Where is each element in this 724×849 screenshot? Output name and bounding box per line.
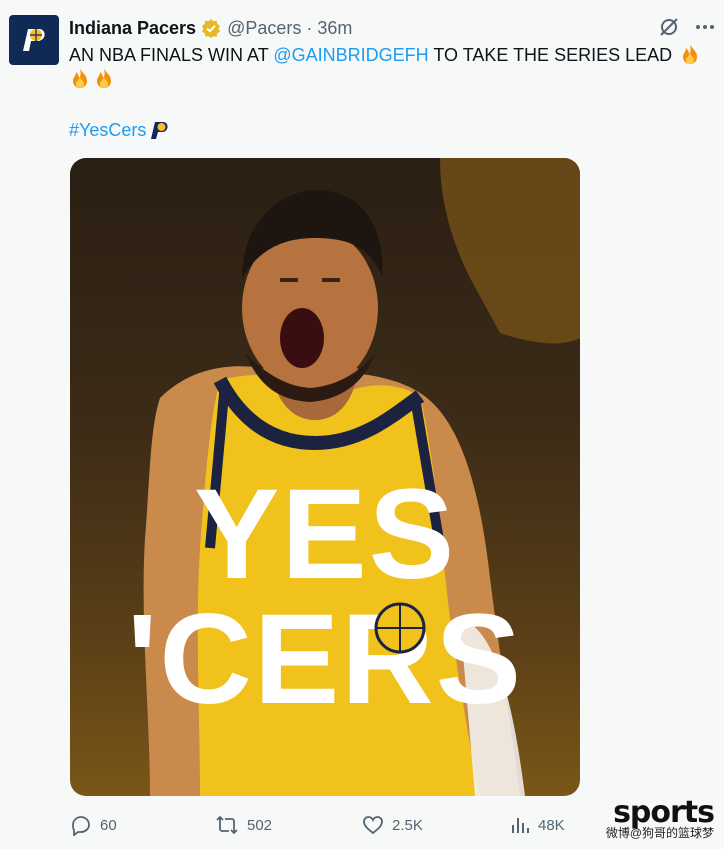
- like-button[interactable]: 2.5K: [362, 810, 423, 840]
- yescers-overlay: YES 'CERS: [127, 463, 523, 731]
- repost-button[interactable]: 502: [215, 810, 272, 840]
- verified-badge-icon: [201, 18, 221, 38]
- fire-emoji-icon: [683, 44, 698, 64]
- reply-button[interactable]: 60: [70, 810, 117, 840]
- tweet-header: Indiana Pacers @Pacers · 36m: [69, 16, 352, 40]
- fire-emoji-icon: [73, 68, 87, 88]
- fire-emoji-icon: [97, 68, 111, 88]
- basketball-letter-icon: [374, 602, 426, 654]
- tweet-image[interactable]: YES 'CERS: [70, 158, 580, 796]
- tweet-text-end: TO TAKE THE SERIES LEAD: [428, 45, 673, 65]
- account-name[interactable]: Indiana Pacers: [69, 18, 196, 39]
- hashtag-link[interactable]: #YesCers: [69, 118, 146, 142]
- reply-icon: [72, 816, 90, 836]
- tweet-time[interactable]: 36m: [317, 18, 352, 39]
- account-handle[interactable]: @Pacers: [227, 18, 301, 39]
- grok-icon[interactable]: [658, 16, 680, 43]
- tweet-text-start: AN NBA FINALS WIN AT: [69, 45, 274, 65]
- separator-dot: ·: [306, 17, 313, 38]
- pacers-hashflag-icon: [151, 122, 168, 139]
- repost-count: 502: [247, 816, 273, 834]
- repost-icon: [216, 815, 238, 835]
- tweet: Indiana Pacers @Pacers · 36m AN NBA FINA…: [0, 0, 724, 849]
- watermark-source: 微博@狗哥的篮球梦: [605, 826, 714, 840]
- views-chart-icon: [512, 818, 529, 833]
- views-count: 48K: [538, 816, 565, 834]
- header-icons: [658, 16, 716, 43]
- views-button[interactable]: 48K: [510, 810, 565, 840]
- like-count: 2.5K: [392, 816, 423, 834]
- watermark: sports 微博@狗哥的篮球梦: [605, 798, 715, 841]
- pacers-logo-icon: [23, 29, 45, 51]
- tweet-text: AN NBA FINALS WIN AT @GAINBRIDGEFH TO TA…: [69, 43, 709, 91]
- heart-icon: [363, 816, 383, 835]
- more-options-icon[interactable]: [694, 16, 716, 43]
- hashtag-line: #YesCers: [69, 118, 171, 142]
- headline-cers: 'CERS: [127, 588, 523, 731]
- headline-yes: YES: [194, 463, 456, 606]
- avatar[interactable]: [9, 15, 59, 65]
- reply-count: 60: [100, 816, 117, 834]
- mention-link[interactable]: @GAINBRIDGEFH: [273, 45, 428, 65]
